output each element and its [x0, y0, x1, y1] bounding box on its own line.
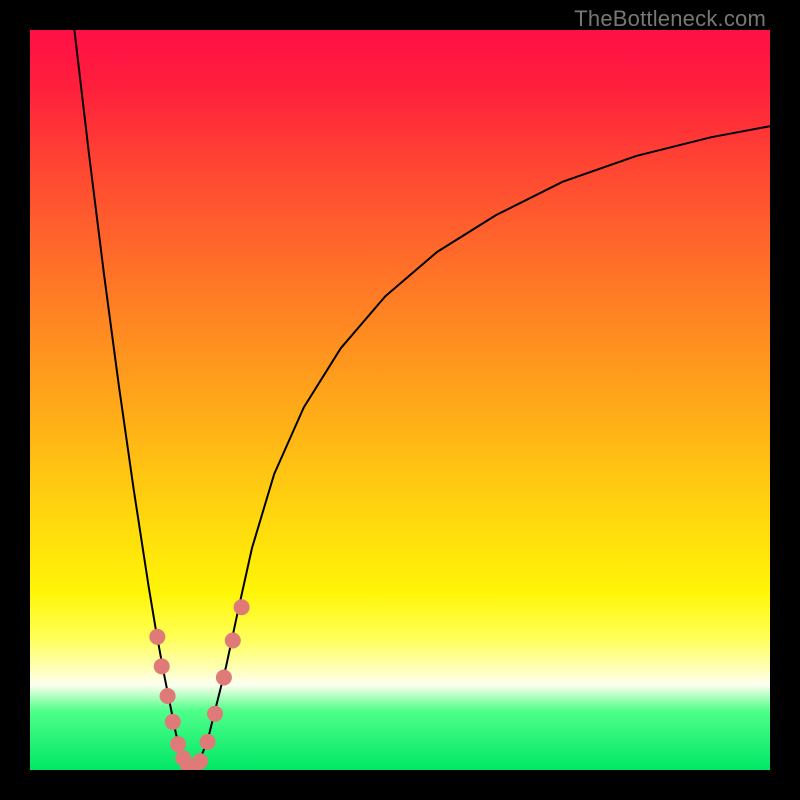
marker-point	[225, 633, 241, 649]
curve-left-branch	[74, 30, 192, 770]
marker-point	[154, 658, 170, 674]
plot-area	[30, 30, 770, 770]
marker-point	[207, 706, 223, 722]
marker-point	[192, 753, 208, 769]
curve-right-branch	[193, 126, 770, 770]
marker-point	[160, 688, 176, 704]
marker-point	[216, 670, 232, 686]
marker-point	[170, 736, 186, 752]
watermark-text: TheBottleneck.com	[574, 6, 766, 32]
marker-point	[234, 599, 250, 615]
marker-point	[200, 734, 216, 750]
marker-point	[149, 629, 165, 645]
chart-svg	[30, 30, 770, 770]
chart-frame: TheBottleneck.com	[0, 0, 800, 800]
marker-point	[165, 714, 181, 730]
